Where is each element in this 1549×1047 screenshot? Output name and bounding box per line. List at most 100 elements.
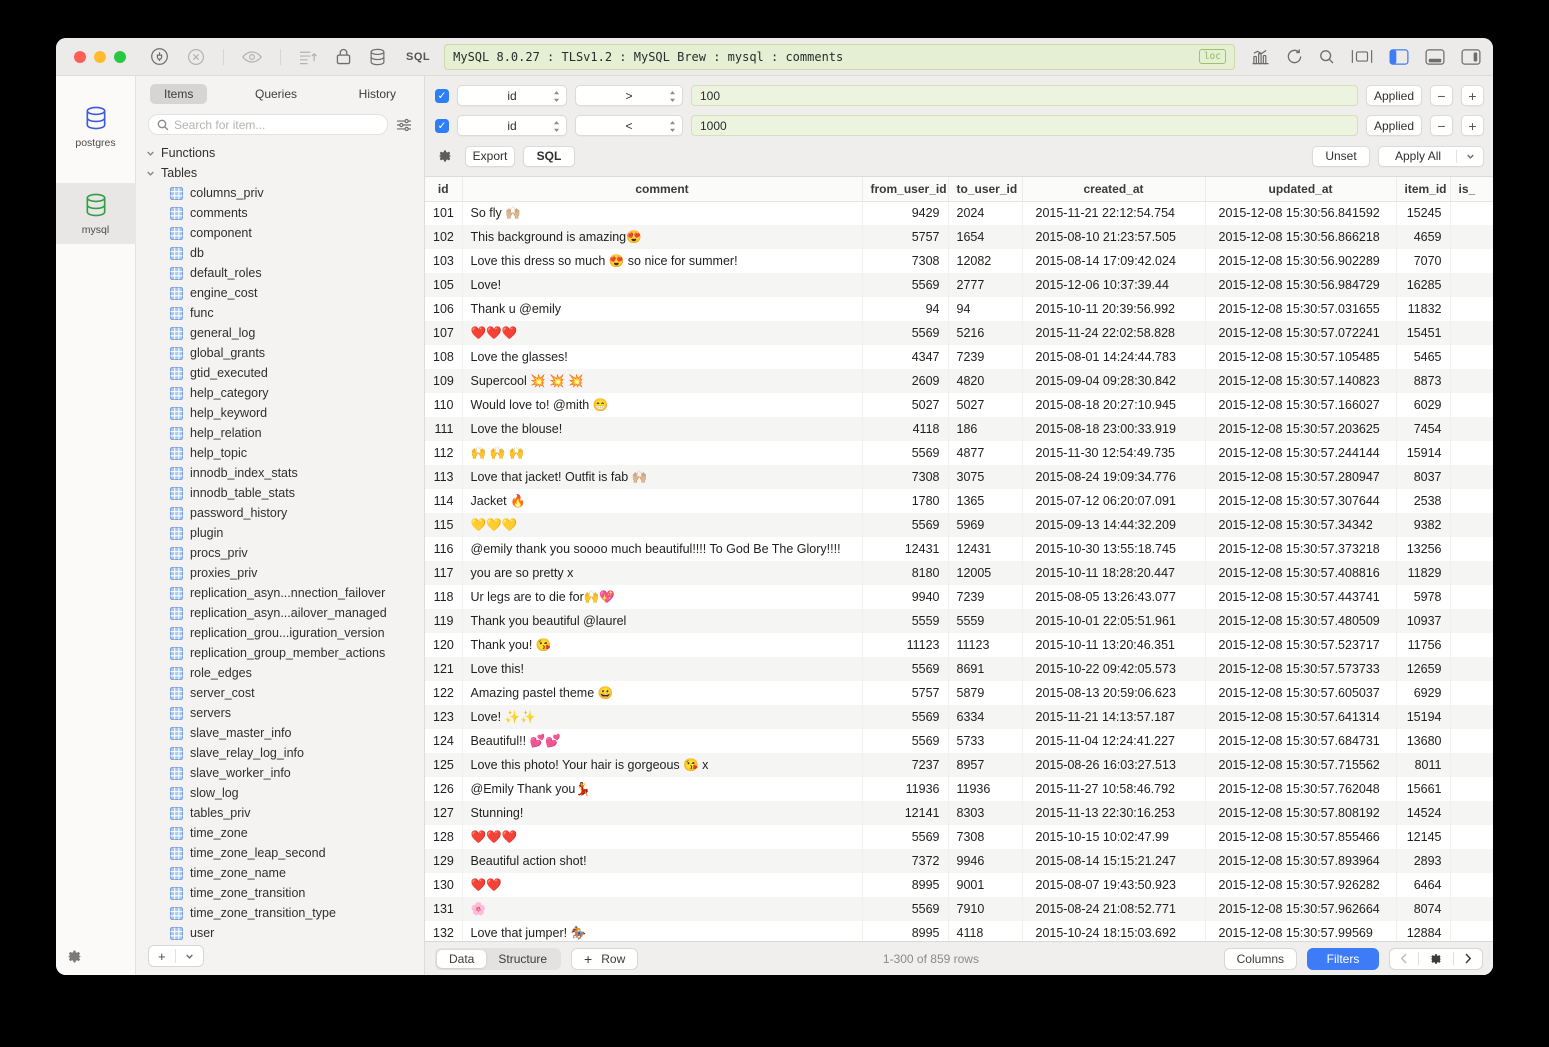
cell-is[interactable] (1450, 273, 1493, 297)
table-row[interactable]: 113 Love that jacket! Outfit is fab 🙌🏼 7… (425, 465, 1493, 489)
cell-id[interactable]: 106 (425, 297, 462, 321)
cell-from-user-id[interactable]: 5569 (862, 825, 948, 849)
disconnect-icon[interactable] (187, 48, 205, 66)
cell-id[interactable]: 102 (425, 225, 462, 249)
cell-comment[interactable]: @emily thank you soooo much beautiful!!!… (462, 537, 862, 561)
cell-created-at[interactable]: 2015-11-24 22:02:58.828 (1022, 321, 1205, 345)
cell-item-id[interactable]: 5978 (1396, 585, 1450, 609)
table-row[interactable]: 111 Love the blouse! 4118 186 2015-08-18… (425, 417, 1493, 441)
cell-to-user-id[interactable]: 7239 (948, 345, 1022, 369)
cell-item-id[interactable]: 2538 (1396, 489, 1450, 513)
cell-created-at[interactable]: 2015-11-27 10:58:46.792 (1022, 777, 1205, 801)
cell-id[interactable]: 108 (425, 345, 462, 369)
close-window-button[interactable] (74, 51, 86, 63)
sidebar-table-item[interactable]: replication_group_member_actions (146, 643, 424, 663)
cell-is[interactable] (1450, 561, 1493, 585)
table-row[interactable]: 130 ❤️❤️ 8995 9001 2015-08-07 19:43:50.9… (425, 873, 1493, 897)
cell-id[interactable]: 130 (425, 873, 462, 897)
cell-created-at[interactable]: 2015-08-14 15:15:21.247 (1022, 849, 1205, 873)
cell-item-id[interactable]: 12884 (1396, 921, 1450, 941)
cell-id[interactable]: 113 (425, 465, 462, 489)
cell-created-at[interactable]: 2015-11-21 14:13:57.187 (1022, 705, 1205, 729)
cell-item-id[interactable]: 15194 (1396, 705, 1450, 729)
cell-id[interactable]: 101 (425, 201, 462, 225)
sidebar-table-item[interactable]: component (146, 223, 424, 243)
cell-is[interactable] (1450, 513, 1493, 537)
cell-is[interactable] (1450, 441, 1493, 465)
cell-is[interactable] (1450, 609, 1493, 633)
cell-item-id[interactable]: 5465 (1396, 345, 1450, 369)
cell-updated-at[interactable]: 2015-12-08 15:30:57.926282 (1205, 873, 1396, 897)
cell-comment[interactable]: Jacket 🔥 (462, 489, 862, 513)
cell-from-user-id[interactable]: 5569 (862, 729, 948, 753)
sidebar-table-item[interactable]: innodb_index_stats (146, 463, 424, 483)
cell-comment[interactable]: Love! (462, 273, 862, 297)
sidebar-table-item[interactable]: procs_priv (146, 543, 424, 563)
table-row[interactable]: 112 🙌 🙌 🙌 5569 4877 2015-11-30 12:54:49.… (425, 441, 1493, 465)
cell-from-user-id[interactable]: 11123 (862, 633, 948, 657)
cell-comment[interactable]: Stunning! (462, 801, 862, 825)
cell-created-at[interactable]: 2015-11-30 12:54:49.735 (1022, 441, 1205, 465)
cell-created-at[interactable]: 2015-08-07 19:43:50.923 (1022, 873, 1205, 897)
cell-updated-at[interactable]: 2015-12-08 15:30:57.140823 (1205, 369, 1396, 393)
cell-id[interactable]: 118 (425, 585, 462, 609)
cell-updated-at[interactable]: 2015-12-08 15:30:57.373218 (1205, 537, 1396, 561)
table-row[interactable]: 118 Ur legs are to die for🙌💖 9940 7239 2… (425, 585, 1493, 609)
sidebar-table-item[interactable]: columns_priv (146, 183, 424, 203)
table-row[interactable]: 121 Love this! 5569 8691 2015-10-22 09:4… (425, 657, 1493, 681)
cell-from-user-id[interactable]: 5757 (862, 225, 948, 249)
cell-is[interactable] (1450, 825, 1493, 849)
column-header-updated-at[interactable]: updated_at (1205, 177, 1396, 201)
applied-button[interactable]: Applied (1366, 115, 1422, 136)
cell-item-id[interactable]: 11832 (1396, 297, 1450, 321)
apply-all-button[interactable]: Apply All (1378, 146, 1484, 167)
cell-comment[interactable]: Love the glasses! (462, 345, 862, 369)
cell-updated-at[interactable]: 2015-12-08 15:30:57.105485 (1205, 345, 1396, 369)
cell-created-at[interactable]: 2015-08-10 21:23:57.505 (1022, 225, 1205, 249)
sql-button[interactable]: SQL (523, 146, 575, 167)
table-row[interactable]: 107 ❤️❤️❤️ 5569 5216 2015-11-24 22:02:58… (425, 321, 1493, 345)
cell-updated-at[interactable]: 2015-12-08 15:30:57.684731 (1205, 729, 1396, 753)
cell-updated-at[interactable]: 2015-12-08 15:30:57.408816 (1205, 561, 1396, 585)
tab-history[interactable]: History (345, 84, 410, 104)
cell-is[interactable] (1450, 201, 1493, 225)
lock-icon[interactable] (336, 48, 351, 65)
sidebar-table-item[interactable]: time_zone_transition_type (146, 903, 424, 923)
cell-from-user-id[interactable]: 5757 (862, 681, 948, 705)
sidebar-table-item[interactable]: comments (146, 203, 424, 223)
table-row[interactable]: 128 ❤️❤️❤️ 5569 7308 2015-10-15 10:02:47… (425, 825, 1493, 849)
sidebar-table-item[interactable]: db (146, 243, 424, 263)
sidebar-table-item[interactable]: servers (146, 703, 424, 723)
cell-created-at[interactable]: 2015-08-05 13:26:43.077 (1022, 585, 1205, 609)
cell-updated-at[interactable]: 2015-12-08 15:30:57.715562 (1205, 753, 1396, 777)
cell-comment[interactable]: ❤️❤️❤️ (462, 825, 862, 849)
cell-comment[interactable]: Thank you! 😘 (462, 633, 862, 657)
cell-from-user-id[interactable]: 5569 (862, 657, 948, 681)
connection-postgres[interactable]: postgres (56, 96, 136, 157)
database-icon[interactable] (369, 48, 386, 66)
cell-from-user-id[interactable]: 9429 (862, 201, 948, 225)
cell-item-id[interactable]: 2893 (1396, 849, 1450, 873)
cell-created-at[interactable]: 2015-10-24 18:15:03.692 (1022, 921, 1205, 941)
cell-id[interactable]: 110 (425, 393, 462, 417)
cell-id[interactable]: 126 (425, 777, 462, 801)
cell-updated-at[interactable]: 2015-12-08 15:30:57.280947 (1205, 465, 1396, 489)
cell-comment[interactable]: ❤️❤️ (462, 873, 862, 897)
cell-item-id[interactable]: 7454 (1396, 417, 1450, 441)
cell-updated-at[interactable]: 2015-12-08 15:30:57.443741 (1205, 585, 1396, 609)
cell-created-at[interactable]: 2015-10-22 09:42:05.573 (1022, 657, 1205, 681)
cell-to-user-id[interactable]: 4877 (948, 441, 1022, 465)
cell-item-id[interactable]: 15451 (1396, 321, 1450, 345)
table-row[interactable]: 120 Thank you! 😘 11123 11123 2015-10-11 … (425, 633, 1493, 657)
cell-created-at[interactable]: 2015-08-13 20:59:06.623 (1022, 681, 1205, 705)
sidebar-table-item[interactable]: user (146, 923, 424, 943)
cell-updated-at[interactable]: 2015-12-08 15:30:57.893964 (1205, 849, 1396, 873)
cell-comment[interactable]: Love this! (462, 657, 862, 681)
cell-updated-at[interactable]: 2015-12-08 15:30:57.808192 (1205, 801, 1396, 825)
cell-is[interactable] (1450, 753, 1493, 777)
cell-comment[interactable]: ❤️❤️❤️ (462, 321, 862, 345)
column-header-is[interactable]: is_ (1450, 177, 1493, 201)
cell-comment[interactable]: Would love to! @mith 😁 (462, 393, 862, 417)
sidebar-table-item[interactable]: help_topic (146, 443, 424, 463)
cell-from-user-id[interactable]: 7237 (862, 753, 948, 777)
